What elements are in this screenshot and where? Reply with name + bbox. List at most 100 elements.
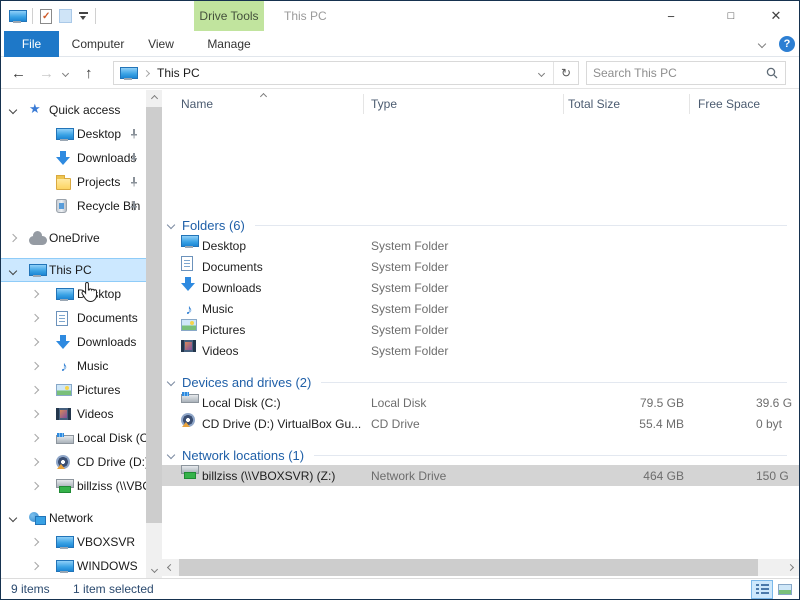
column-header-free-space[interactable]: Free Space	[698, 90, 760, 118]
recent-locations-icon[interactable]	[62, 70, 69, 77]
videos-icon	[56, 408, 71, 420]
collapse-group-icon[interactable]	[167, 221, 175, 229]
chevron-down-icon[interactable]	[9, 106, 17, 114]
refresh-icon[interactable]: ↻	[554, 62, 578, 84]
tab-manage[interactable]: Manage	[194, 31, 264, 57]
file-row-billziss-selected[interactable]: billziss (\\VBOXSVR) (Z:) Network Drive …	[162, 465, 799, 486]
tab-file[interactable]: File	[4, 31, 59, 57]
scroll-up-icon[interactable]	[146, 90, 162, 107]
chevron-right-icon[interactable]	[31, 362, 39, 370]
tab-view[interactable]: View	[136, 31, 186, 57]
sidebar-scrollbar[interactable]	[146, 90, 162, 578]
chevron-right-icon[interactable]	[31, 482, 39, 490]
sidebar-item-label: Network	[49, 511, 93, 525]
address-bar[interactable]: This PC ↻	[113, 61, 579, 85]
properties-icon[interactable]	[40, 9, 52, 24]
sidebar-item-documents[interactable]: Documents	[1, 306, 146, 330]
sidebar-item-videos[interactable]: Videos	[1, 402, 146, 426]
file-row-desktop[interactable]: Desktop System Folder	[162, 235, 799, 256]
sidebar-item-local-disk[interactable]: Local Disk (C:)	[1, 426, 146, 450]
chevron-right-icon[interactable]	[31, 338, 39, 346]
sidebar-item-pictures[interactable]: Pictures	[1, 378, 146, 402]
column-divider[interactable]	[563, 94, 564, 114]
drive-tools-contextual-tab[interactable]: Drive Tools	[194, 1, 264, 31]
file-row-videos[interactable]: Videos System Folder	[162, 340, 799, 361]
search-icon[interactable]	[766, 67, 778, 79]
sidebar-item-windows[interactable]: WINDOWS	[1, 554, 146, 578]
scroll-right-icon[interactable]	[782, 559, 799, 576]
sidebar-item-network[interactable]: Network	[1, 506, 146, 530]
file-row-downloads[interactable]: Downloads System Folder	[162, 277, 799, 298]
file-name: Desktop	[202, 235, 246, 256]
column-header-name[interactable]: Name	[181, 90, 213, 118]
sidebar-item-downloads[interactable]: Downloads	[1, 330, 146, 354]
chevron-down-icon[interactable]	[9, 267, 17, 275]
sidebar-item-vboxsvr[interactable]: VBOXSVR	[1, 530, 146, 554]
chevron-right-icon[interactable]	[31, 434, 39, 442]
chevron-right-icon[interactable]	[9, 234, 17, 242]
chevron-down-icon[interactable]	[9, 514, 17, 522]
maximize-button[interactable]: □	[708, 1, 754, 31]
hand-cursor	[81, 281, 98, 303]
address-dropdown-icon[interactable]	[529, 62, 553, 84]
sidebar-item-projects-pinned[interactable]: Projects	[1, 170, 146, 194]
thumbnails-view-button[interactable]	[774, 580, 796, 599]
scroll-down-icon[interactable]	[146, 561, 162, 578]
column-divider[interactable]	[689, 94, 690, 114]
search-box[interactable]	[586, 61, 786, 85]
file-row-documents[interactable]: Documents System Folder	[162, 256, 799, 277]
minimize-button[interactable]: −	[648, 1, 694, 31]
horizontal-scrollbar[interactable]	[162, 559, 799, 576]
new-folder-icon[interactable]	[59, 9, 72, 23]
breadcrumb[interactable]: This PC	[157, 66, 200, 80]
chevron-right-icon[interactable]	[31, 410, 39, 418]
chevron-right-icon[interactable]	[31, 538, 39, 546]
help-icon[interactable]: ?	[779, 36, 795, 52]
chevron-right-icon[interactable]	[31, 458, 39, 466]
file-row-local-disk[interactable]: Local Disk (C:) Local Disk 79.5 GB 39.6 …	[162, 392, 799, 413]
search-input[interactable]	[587, 66, 766, 80]
expand-ribbon-icon[interactable]	[758, 40, 766, 48]
scroll-left-icon[interactable]	[162, 559, 179, 576]
file-row-music[interactable]: ♪ Music System Folder	[162, 298, 799, 319]
sidebar-item-desktop-pinned[interactable]: Desktop	[1, 122, 146, 146]
scrollbar-thumb[interactable]	[146, 107, 162, 523]
documents-icon	[181, 256, 193, 271]
file-name: Documents	[202, 256, 263, 277]
up-button[interactable]: ↑	[85, 57, 93, 89]
sidebar-item-label: Downloads	[77, 151, 136, 165]
file-free-space: 150 G	[756, 465, 789, 486]
chevron-right-icon[interactable]	[31, 290, 39, 298]
column-divider[interactable]	[363, 94, 364, 114]
file-row-pictures[interactable]: Pictures System Folder	[162, 319, 799, 340]
group-header-network-locations[interactable]: Network locations (1)	[162, 445, 799, 465]
chevron-right-icon[interactable]	[31, 386, 39, 394]
group-header-folders[interactable]: Folders (6)	[162, 215, 799, 235]
column-header-total-size[interactable]: Total Size	[568, 90, 620, 118]
sidebar-item-billziss[interactable]: billziss (\\VBOXS	[1, 474, 146, 498]
file-row-cd-drive[interactable]: CD Drive (D:) VirtualBox Gu... CD Drive …	[162, 413, 799, 434]
sidebar-item-music[interactable]: ♪ Music	[1, 354, 146, 378]
chevron-right-icon[interactable]	[31, 314, 39, 322]
chevron-right-icon[interactable]	[31, 562, 39, 570]
group-header-devices[interactable]: Devices and drives (2)	[162, 372, 799, 392]
breadcrumb-chevron-icon[interactable]	[143, 69, 150, 76]
scrollbar-thumb[interactable]	[179, 559, 758, 576]
sidebar-item-quick-access[interactable]: ★ Quick access	[1, 98, 146, 122]
sidebar-item-desktop[interactable]: Desktop	[1, 282, 146, 306]
column-header-type[interactable]: Type	[371, 90, 397, 118]
customize-toolbar-icon[interactable]	[79, 12, 88, 20]
sidebar-item-recycle-bin-pinned[interactable]: Recycle Bin	[1, 194, 146, 218]
tab-computer[interactable]: Computer	[63, 31, 133, 57]
sidebar-item-onedrive[interactable]: OneDrive	[1, 226, 146, 250]
sidebar-item-downloads-pinned[interactable]: Downloads	[1, 146, 146, 170]
back-button[interactable]: ←	[11, 57, 26, 89]
file-total-size: 79.5 GB	[563, 392, 684, 413]
collapse-group-icon[interactable]	[167, 451, 175, 459]
sidebar-item-cd-drive[interactable]: CD Drive (D:) Vir	[1, 450, 146, 474]
details-view-button[interactable]	[751, 580, 773, 599]
close-button[interactable]: ✕	[753, 1, 799, 31]
file-name: Local Disk (C:)	[202, 392, 281, 413]
collapse-group-icon[interactable]	[167, 378, 175, 386]
sidebar-item-this-pc[interactable]: This PC	[1, 258, 146, 282]
